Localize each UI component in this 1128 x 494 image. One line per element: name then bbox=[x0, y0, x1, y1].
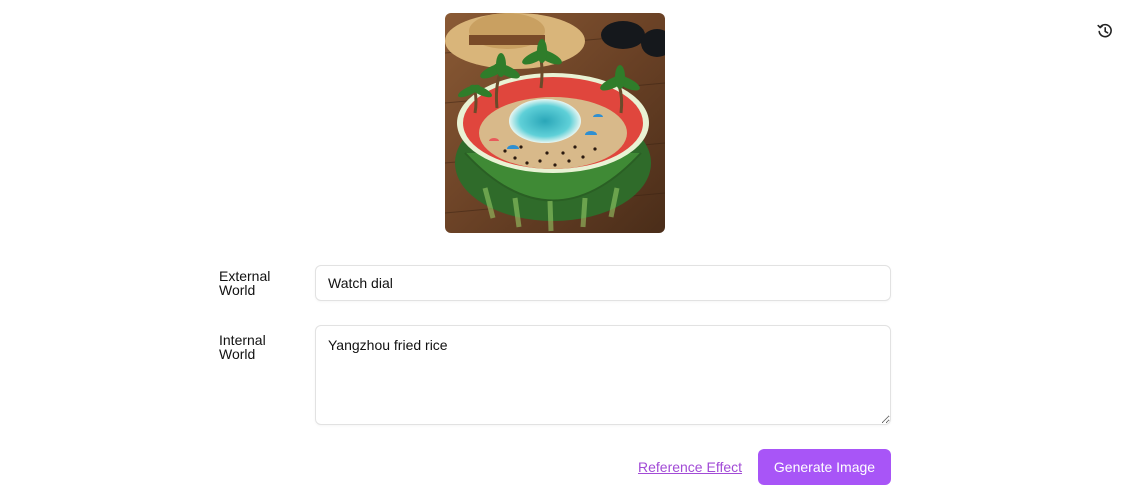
external-world-input[interactable] bbox=[315, 265, 891, 301]
internal-world-textarea[interactable]: Yangzhou fried rice bbox=[315, 325, 891, 425]
preview-image bbox=[445, 13, 665, 233]
reference-effect-link[interactable]: Reference Effect bbox=[638, 459, 742, 475]
page: External World Internal World Yangzhou f… bbox=[0, 0, 1128, 494]
history-icon bbox=[1097, 23, 1112, 38]
internal-world-label: Internal World bbox=[219, 332, 266, 362]
generate-image-button[interactable]: Generate Image bbox=[758, 449, 891, 485]
external-world-label: External World bbox=[219, 268, 271, 298]
history-button[interactable] bbox=[1096, 22, 1114, 40]
